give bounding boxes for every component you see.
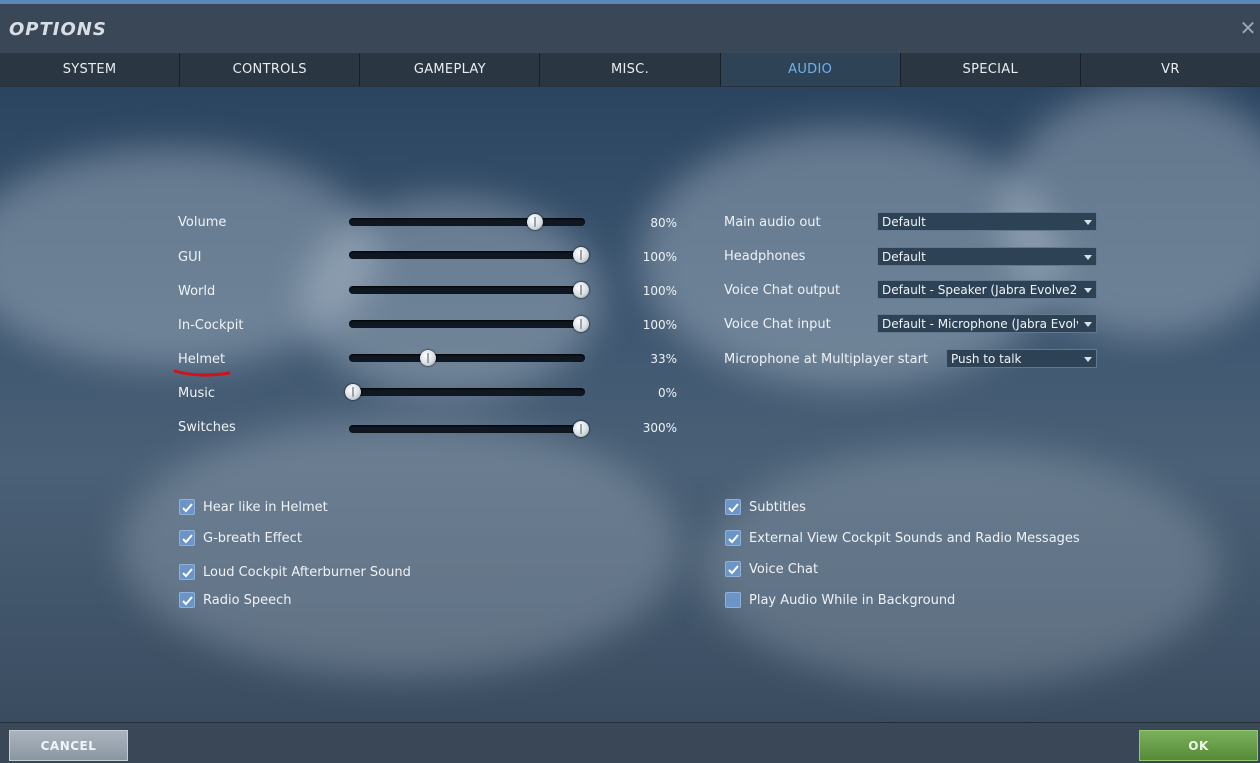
slider-handle[interactable] bbox=[573, 421, 589, 437]
checkbox-external-view-cockpit-sounds[interactable] bbox=[725, 530, 741, 546]
label-headphones: Headphones bbox=[724, 249, 806, 264]
checkbox-voice-chat[interactable] bbox=[725, 561, 741, 577]
checkbox-loud-cockpit-afterburner[interactable] bbox=[179, 564, 195, 580]
tab-gameplay[interactable]: GAMEPLAY bbox=[360, 53, 541, 86]
checkbox-label[interactable]: External View Cockpit Sounds and Radio M… bbox=[749, 531, 1080, 546]
slider-label-gui: GUI bbox=[178, 250, 202, 265]
checkbox-label[interactable]: Loud Cockpit Afterburner Sound bbox=[203, 565, 411, 580]
check-icon bbox=[182, 503, 193, 513]
slider-value-volume: 80% bbox=[650, 216, 677, 230]
select-value: Default - Microphone (Jabra Evolve bbox=[882, 317, 1078, 331]
slider-handle[interactable] bbox=[573, 316, 589, 332]
slider-value-music: 0% bbox=[657, 386, 677, 400]
chevron-down-icon bbox=[1084, 288, 1092, 293]
slider-world[interactable] bbox=[349, 282, 589, 298]
tab-audio[interactable]: AUDIO bbox=[720, 53, 901, 86]
slider-value-switches: 300% bbox=[642, 421, 677, 435]
checkbox-hear-like-in-helmet[interactable] bbox=[179, 499, 195, 515]
slider-label-world: World bbox=[178, 284, 216, 299]
chevron-down-icon bbox=[1084, 322, 1092, 327]
bottom-bar bbox=[0, 722, 1260, 763]
title-bar: OPTIONS ✕ bbox=[0, 4, 1260, 53]
slider-helmet[interactable] bbox=[349, 350, 585, 366]
slider-label-helmet: Helmet bbox=[178, 352, 226, 367]
checkbox-label[interactable]: Radio Speech bbox=[203, 593, 292, 608]
check-icon bbox=[182, 568, 193, 578]
sky-background bbox=[0, 87, 1260, 722]
close-icon[interactable]: ✕ bbox=[1238, 18, 1258, 38]
select-value: Default - Speaker (Jabra Evolve2 4 bbox=[882, 283, 1078, 297]
window-title: OPTIONS bbox=[9, 19, 107, 40]
slider-in-cockpit[interactable] bbox=[349, 316, 589, 332]
check-icon bbox=[182, 534, 193, 544]
slider-label-volume: Volume bbox=[178, 215, 227, 230]
headphones-select[interactable]: Default bbox=[877, 247, 1097, 266]
select-value: Default bbox=[882, 250, 926, 264]
check-icon bbox=[728, 503, 739, 513]
slider-value-in-cockpit: 100% bbox=[642, 318, 677, 332]
checkbox-play-audio-background[interactable] bbox=[725, 592, 741, 608]
label-voice-chat-output: Voice Chat output bbox=[724, 283, 841, 298]
slider-label-in-cockpit: In-Cockpit bbox=[178, 318, 244, 333]
voice-chat-output-select[interactable]: Default - Speaker (Jabra Evolve2 4 bbox=[877, 280, 1097, 299]
label-microphone-mp-start: Microphone at Multiplayer start bbox=[724, 352, 929, 367]
checkbox-label[interactable]: Hear like in Helmet bbox=[203, 500, 328, 515]
main-audio-out-select[interactable]: Default bbox=[877, 212, 1097, 231]
select-value: Default bbox=[882, 215, 926, 229]
cancel-button[interactable]: CANCEL bbox=[9, 730, 128, 761]
checkbox-label[interactable]: Voice Chat bbox=[749, 562, 818, 577]
slider-music[interactable] bbox=[345, 384, 585, 400]
tab-vr[interactable]: VR bbox=[1080, 53, 1260, 86]
checkbox-label[interactable]: Subtitles bbox=[749, 500, 806, 515]
tab-bar: SYSTEM CONTROLS GAMEPLAY MISC. AUDIO SPE… bbox=[0, 53, 1260, 88]
microphone-mp-start-select[interactable]: Push to talk bbox=[946, 349, 1097, 368]
tab-system[interactable]: SYSTEM bbox=[0, 53, 181, 86]
checkbox-radio-speech[interactable] bbox=[179, 592, 195, 608]
cloud bbox=[300, 197, 600, 397]
tab-controls[interactable]: CONTROLS bbox=[180, 53, 361, 86]
slider-value-world: 100% bbox=[642, 284, 677, 298]
select-value: Push to talk bbox=[951, 352, 1022, 366]
cloud bbox=[120, 417, 680, 677]
slider-label-switches: Switches bbox=[178, 420, 236, 435]
checkbox-label[interactable]: G-breath Effect bbox=[203, 531, 302, 546]
check-icon bbox=[728, 534, 739, 544]
chevron-down-icon bbox=[1084, 357, 1092, 362]
checkbox-subtitles[interactable] bbox=[725, 499, 741, 515]
slider-handle[interactable] bbox=[573, 282, 589, 298]
tab-special[interactable]: SPECIAL bbox=[900, 53, 1081, 86]
slider-switches[interactable] bbox=[349, 421, 589, 437]
chevron-down-icon bbox=[1084, 255, 1092, 260]
label-main-audio-out: Main audio out bbox=[724, 215, 821, 230]
chevron-down-icon bbox=[1084, 220, 1092, 225]
slider-volume[interactable] bbox=[349, 214, 585, 230]
slider-value-helmet: 33% bbox=[650, 352, 677, 366]
slider-handle[interactable] bbox=[345, 384, 361, 400]
tab-misc[interactable]: MISC. bbox=[540, 53, 721, 86]
slider-gui[interactable] bbox=[349, 247, 589, 263]
checkbox-label[interactable]: Play Audio While in Background bbox=[749, 593, 955, 608]
red-underline-annotation bbox=[173, 369, 231, 377]
check-icon bbox=[728, 565, 739, 575]
check-icon bbox=[182, 596, 193, 606]
checkbox-g-breath-effect[interactable] bbox=[179, 530, 195, 546]
slider-value-gui: 100% bbox=[642, 250, 677, 264]
voice-chat-input-select[interactable]: Default - Microphone (Jabra Evolve bbox=[877, 314, 1097, 333]
label-voice-chat-input: Voice Chat input bbox=[724, 317, 831, 332]
ok-button[interactable]: OK bbox=[1139, 730, 1258, 761]
slider-handle[interactable] bbox=[573, 247, 589, 263]
slider-label-music: Music bbox=[178, 386, 215, 401]
